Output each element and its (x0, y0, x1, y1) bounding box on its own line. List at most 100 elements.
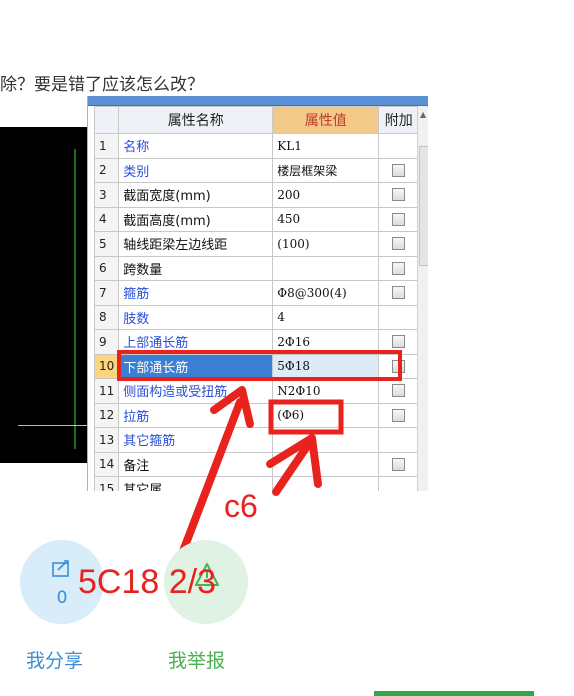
attach-cell (378, 353, 420, 379)
property-value[interactable]: 2Φ16 (272, 329, 380, 355)
table-row[interactable]: 2 类别 楼层框架梁 (93, 157, 420, 183)
attach-checkbox[interactable] (392, 335, 406, 349)
attach-cell (378, 476, 420, 491)
attach-cell (378, 157, 420, 183)
row-number: 8 (93, 304, 120, 330)
attach-checkbox[interactable] (392, 237, 406, 251)
table-row[interactable]: 14 备注 (93, 451, 420, 477)
property-name: 截面高度(mm) (118, 206, 274, 232)
property-value[interactable]: Φ8@300(4) (272, 280, 380, 306)
share-icon (52, 560, 69, 577)
annotation-c6: c6 (224, 488, 258, 524)
property-value[interactable]: (100) (272, 231, 380, 257)
share-label[interactable]: 我分享 (26, 646, 83, 673)
row-number: 3 (93, 182, 120, 208)
table-row[interactable]: 9 上部通长筋 2Φ16 (93, 329, 420, 355)
attach-cell (378, 451, 420, 477)
property-value[interactable]: 5Φ18 (272, 353, 380, 379)
property-value[interactable] (272, 427, 380, 453)
attach-cell (378, 133, 420, 159)
property-name: 箍筋 (118, 280, 274, 306)
attach-cell (378, 304, 420, 330)
attach-cell (378, 402, 420, 428)
row-number: 14 (93, 451, 120, 477)
attach-cell (378, 182, 420, 208)
attach-checkbox[interactable] (392, 359, 406, 373)
properties-table: 属性名称 属性值 附加 1 名称 KL1 2 类别 楼层框架梁 3 截面宽度(mm) 200 4 截… (93, 106, 420, 491)
table-row[interactable]: 5 轴线距梁左边线距 (100) (93, 231, 420, 257)
property-name: 跨数量 (118, 255, 274, 281)
column-header-num (93, 106, 120, 134)
property-name: 轴线距梁左边线距 (118, 231, 274, 257)
table-row[interactable]: 8 肢数 4 (93, 304, 420, 330)
attach-cell (378, 427, 420, 453)
property-value[interactable]: (Φ6) (272, 402, 380, 428)
attach-cell (378, 231, 420, 257)
attach-checkbox[interactable] (392, 261, 406, 275)
attach-checkbox[interactable] (392, 457, 406, 471)
row-number: 11 (93, 378, 120, 404)
property-value[interactable]: 4 (272, 304, 380, 330)
drawing-line (18, 425, 87, 426)
table-row[interactable]: 11 侧面构造或受扭筋 N2Φ10 (93, 378, 420, 404)
row-number: 9 (93, 329, 120, 355)
attach-cell (378, 329, 420, 355)
property-name: 备注 (118, 451, 274, 477)
property-value[interactable] (272, 451, 380, 477)
row-number: 6 (93, 255, 120, 281)
attach-checkbox[interactable] (392, 384, 406, 398)
property-value[interactable] (272, 476, 380, 491)
property-value[interactable] (272, 255, 380, 281)
table-row[interactable]: 1 名称 KL1 (93, 133, 420, 159)
window-title-bar[interactable] (88, 96, 428, 106)
table-row[interactable]: 3 截面宽度(mm) 200 (93, 182, 420, 208)
property-value[interactable]: N2Φ10 (272, 378, 380, 404)
table-row[interactable]: 13 其它箍筋 (93, 427, 420, 453)
table-row[interactable]: 12 拉筋 (Φ6) (93, 402, 420, 428)
row-number: 10 (93, 353, 120, 379)
table-row[interactable]: 10 下部通长筋 5Φ18 (93, 353, 420, 379)
cad-drawing-area (0, 127, 87, 463)
drawing-line (74, 149, 76, 449)
property-value[interactable]: 450 (272, 206, 380, 232)
property-value[interactable]: 楼层框架梁 (272, 157, 380, 183)
report-label[interactable]: 我举报 (168, 646, 225, 673)
property-name: 类别 (118, 157, 274, 183)
property-name: 其它箍筋 (118, 427, 274, 453)
attach-checkbox[interactable] (392, 188, 406, 202)
scroll-up-icon[interactable]: ▲ (420, 110, 426, 119)
table-row[interactable]: 6 跨数量 (93, 255, 420, 281)
row-number: 1 (93, 133, 120, 159)
attach-checkbox[interactable] (392, 408, 406, 422)
attach-cell (378, 378, 420, 404)
annotation-correction: 5C18 2/3 (78, 563, 216, 601)
scrollbar-thumb[interactable] (419, 146, 428, 266)
row-number: 5 (93, 231, 120, 257)
property-value[interactable]: KL1 (272, 133, 380, 159)
attach-checkbox[interactable] (392, 212, 406, 226)
property-name: 下部通长筋 (118, 353, 274, 379)
table-row[interactable]: 7 箍筋 Φ8@300(4) (93, 280, 420, 306)
property-value[interactable]: 200 (272, 182, 380, 208)
row-number: 12 (93, 402, 120, 428)
row-number: 13 (93, 427, 120, 453)
property-name: 肢数 (118, 304, 274, 330)
column-header-value[interactable]: 属性值 (272, 106, 380, 134)
attach-checkbox[interactable] (392, 286, 406, 300)
attach-cell (378, 255, 420, 281)
row-number: 4 (93, 206, 120, 232)
properties-window: 属性名称 属性值 附加 1 名称 KL1 2 类别 楼层框架梁 3 截面宽度(mm) 200 4 截… (87, 96, 428, 491)
table-row[interactable]: 4 截面高度(mm) 450 (93, 206, 420, 232)
question-text: 除？要是错了应该怎么改？ (0, 75, 204, 95)
property-name: 上部通长筋 (118, 329, 274, 355)
table-header-row: 属性名称 属性值 附加 (93, 106, 420, 134)
attach-checkbox[interactable] (392, 163, 406, 177)
vertical-scrollbar[interactable]: ▲ (417, 106, 428, 491)
property-name: 拉筋 (118, 402, 274, 428)
column-header-add[interactable]: 附加 (378, 106, 420, 134)
property-name: 截面宽度(mm) (118, 182, 274, 208)
column-header-name[interactable]: 属性名称 (118, 106, 274, 134)
attach-cell (378, 206, 420, 232)
row-number: 7 (93, 280, 120, 306)
bottom-action-bar[interactable] (374, 691, 534, 696)
